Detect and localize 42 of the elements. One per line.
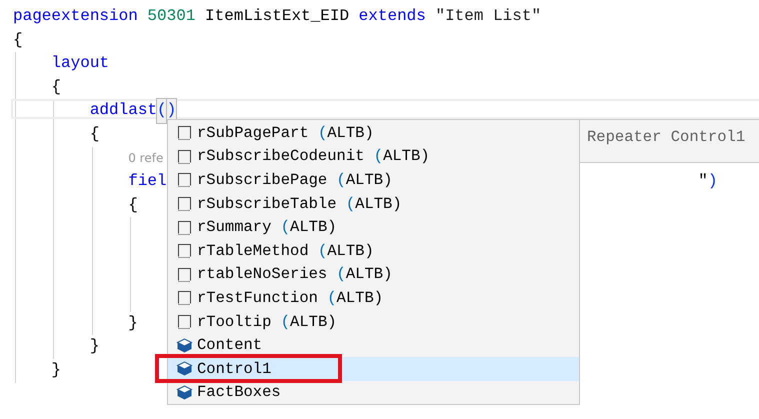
code-token: } xyxy=(128,312,138,334)
suggestion-item[interactable]: rtableNoSeries (ALTB) xyxy=(168,262,579,286)
snippet-icon xyxy=(176,266,193,283)
cube-icon xyxy=(176,384,193,401)
code-token: { xyxy=(90,124,100,145)
suggestion-item[interactable]: rSubPagePart (ALTB) xyxy=(168,121,579,145)
suggestion-item[interactable]: rSummary (ALTB) xyxy=(168,215,579,239)
code-token: { xyxy=(128,194,138,216)
suggestion-details: Repeater Control1 xyxy=(579,119,759,163)
code-token: { xyxy=(51,76,62,98)
code-token: 50301 xyxy=(147,6,196,27)
suggestion-item[interactable]: rSubscribePage (ALTB) xyxy=(168,168,579,192)
code-token: } xyxy=(90,336,100,358)
code-token: addlast xyxy=(90,100,158,122)
cube-icon xyxy=(176,336,193,354)
code-token: fiel xyxy=(128,171,167,192)
suggestion-item[interactable]: rTableMethod (ALTB) xyxy=(168,238,579,263)
snippet-icon xyxy=(176,289,193,306)
suggestion-item[interactable]: Control1 xyxy=(168,356,579,381)
code-token: ) xyxy=(708,172,718,190)
code-token: layout xyxy=(51,53,110,74)
snippet-icon xyxy=(176,313,193,330)
suggestion-item[interactable]: rSubscribeTable (ALTB) xyxy=(168,192,579,216)
suggestion-item[interactable]: FactBoxes xyxy=(168,380,579,404)
suggestion-item[interactable]: Content xyxy=(168,333,579,357)
code-token: "Item List" xyxy=(435,6,542,27)
code-token: " xyxy=(698,172,708,190)
code-token: pageextension xyxy=(13,6,138,27)
code-token: } xyxy=(51,360,62,381)
snippet-icon xyxy=(176,148,193,165)
suggestion-item[interactable]: rTooltip (ALTB) xyxy=(168,310,579,334)
cube-icon xyxy=(176,360,193,378)
code-token: { xyxy=(13,30,23,51)
snippet-icon xyxy=(176,171,193,188)
snippet-icon xyxy=(176,124,193,142)
suggestion-item[interactable]: rTestFunction (ALTB) xyxy=(168,286,579,310)
snippet-icon xyxy=(176,218,193,236)
code-token: ItemListExt_EID xyxy=(205,6,350,27)
suggestion-item[interactable]: rSubscribeCodeunit (ALTB) xyxy=(168,144,579,168)
snippet-icon xyxy=(176,195,193,212)
code-token: extends xyxy=(358,6,426,27)
snippet-icon xyxy=(176,242,193,260)
